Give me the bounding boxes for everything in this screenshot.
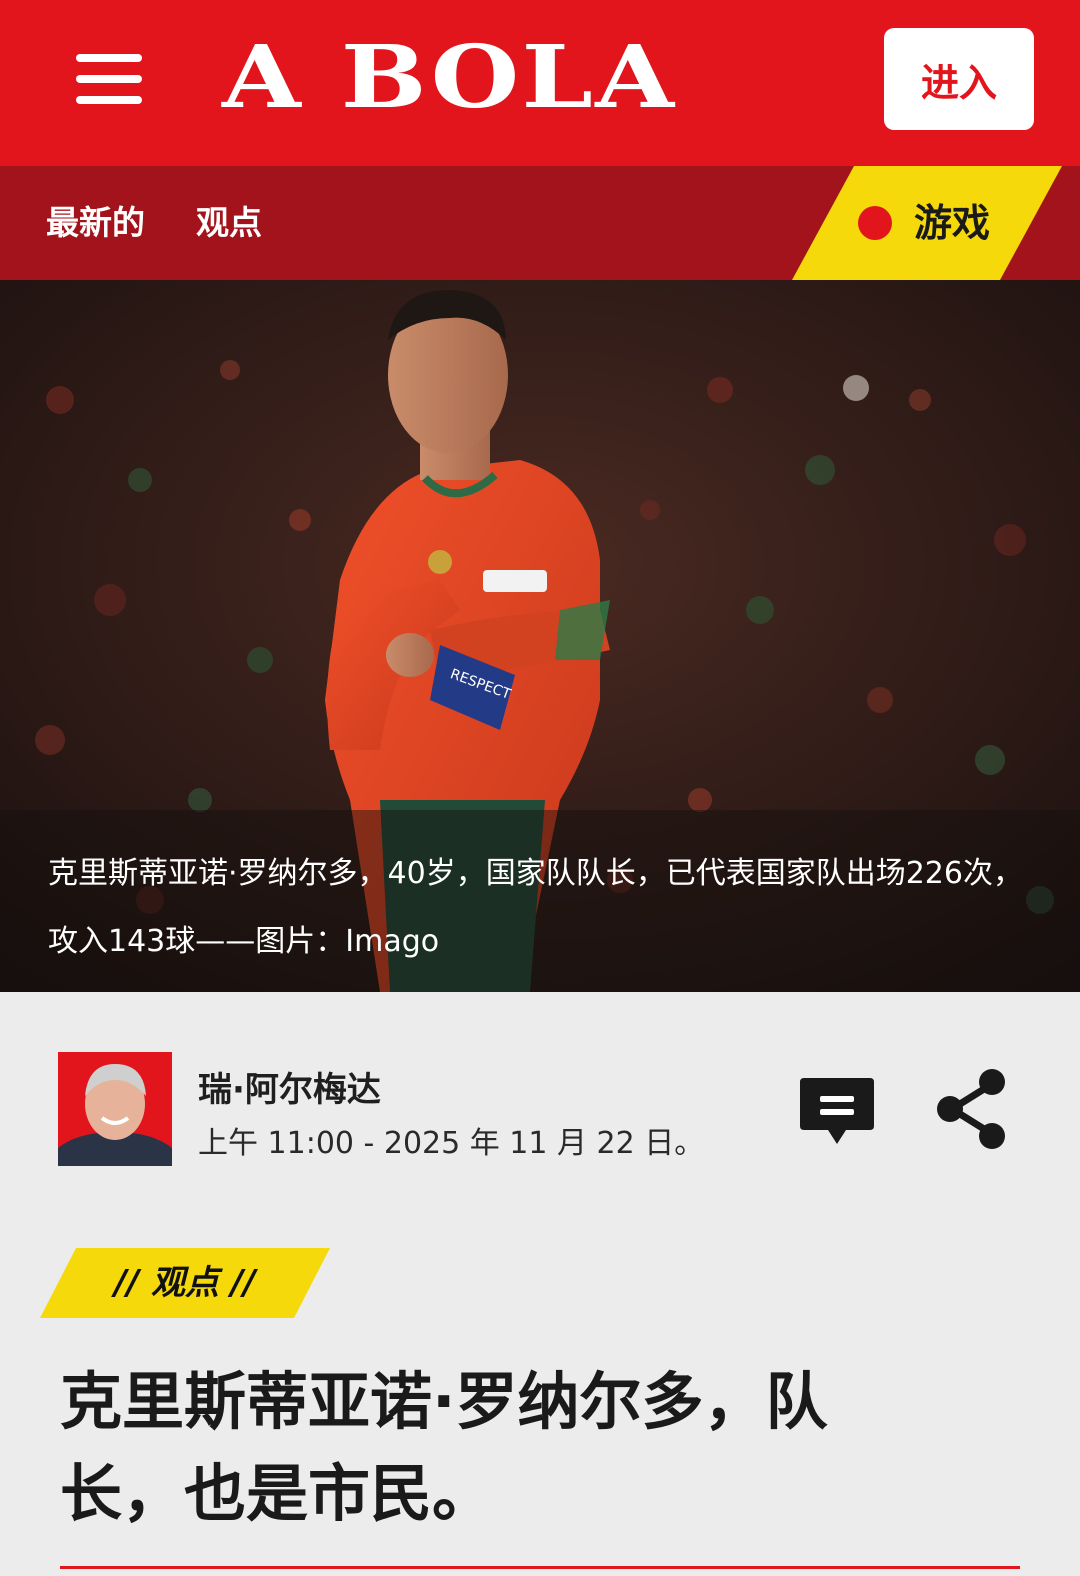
hamburger-menu-icon[interactable] [76, 52, 142, 106]
site-logo[interactable]: A BOLA [222, 26, 883, 130]
live-dot-icon [858, 206, 892, 240]
nav-item-opinion[interactable]: 观点 [196, 166, 262, 280]
category-tag[interactable]: // 观点 // [40, 1248, 330, 1318]
divider [60, 1566, 1020, 1569]
photo-caption: 克里斯蒂亚诺·罗纳尔多，40岁，国家队队长，已代表国家队出场226次，攻入143… [48, 856, 1023, 959]
section-nav: 最新的 观点 游戏 [0, 166, 1080, 280]
games-label: 游戏 [914, 201, 991, 245]
games-tab[interactable]: 游戏 [792, 166, 1062, 280]
comment-icon[interactable] [798, 1076, 876, 1150]
author-name[interactable]: 瑞·阿尔梅达 [198, 1062, 381, 1111]
publish-date: 上午 11:00 - 2025 年 11 月 22 日。 [198, 1126, 705, 1161]
article-headline: 克里斯蒂亚诺·罗纳尔多，队长，也是市民。 [60, 1365, 828, 1530]
share-icon[interactable] [936, 1068, 1008, 1150]
enter-button[interactable]: 进入 [884, 28, 1034, 130]
hero-image: RESPECT 克里斯蒂亚诺·罗纳尔多，40岁，国家队队长，已代表国家队出场22… [0, 280, 1080, 992]
category-label: // 观点 // [114, 1263, 256, 1303]
nav-item-latest[interactable]: 最新的 [46, 166, 145, 280]
author-avatar[interactable] [58, 1052, 172, 1166]
top-header: A BOLA 进入 [0, 0, 1080, 166]
